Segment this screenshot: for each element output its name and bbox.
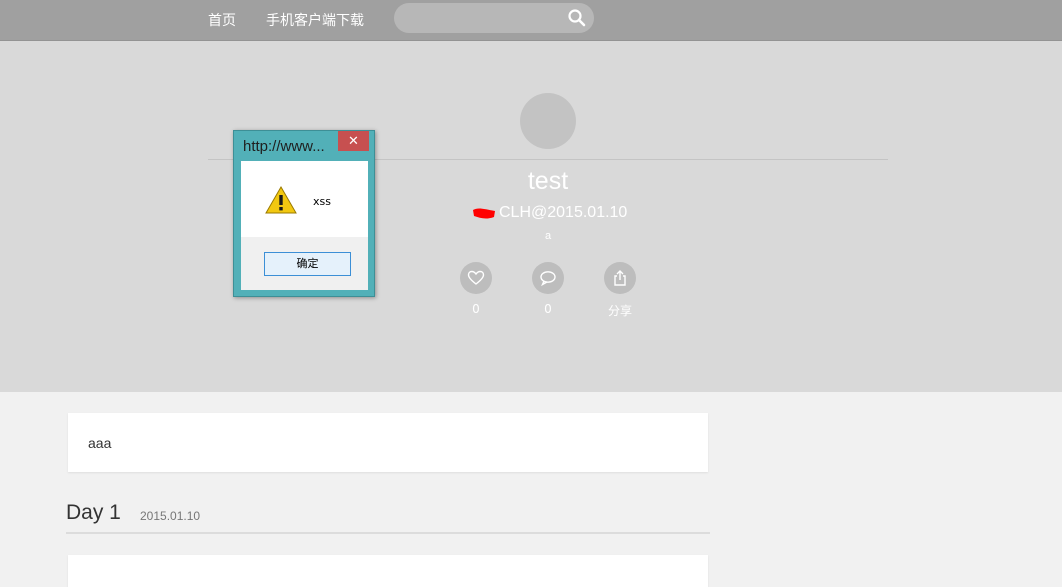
dialog-close-button[interactable]: ✕ [338, 131, 369, 151]
share-label: 分享 [607, 304, 632, 318]
comment-count: 0 [544, 302, 552, 316]
redaction-mark [473, 207, 495, 219]
avatar[interactable] [520, 93, 576, 149]
author-link[interactable]: CLH@2015.01.10 [499, 204, 627, 222]
search-box[interactable] [394, 3, 594, 33]
search-input[interactable] [408, 8, 558, 28]
dialog-message: xss [313, 195, 331, 208]
share-button[interactable] [604, 262, 636, 294]
heart-icon [467, 270, 485, 285]
nav-home-link[interactable]: 首页 [208, 10, 236, 30]
post-title: test [527, 167, 569, 195]
post-summary-card: aaa [68, 413, 708, 472]
author-row: CLH@2015.01.10 [472, 203, 627, 223]
like-button[interactable] [460, 262, 492, 294]
top-nav-bar: 首页 手机客户端下载 [0, 0, 1062, 41]
warning-icon [265, 186, 297, 214]
nav-app-download-link[interactable]: 手机客户端下载 [266, 10, 364, 30]
dialog-title: http://www... [243, 138, 325, 155]
dialog-ok-button[interactable]: 确定 [264, 252, 351, 276]
day-title: Day 1 [66, 501, 121, 524]
alert-dialog: http://www... ✕ xss 确定 [233, 130, 375, 297]
like-count: 0 [472, 302, 480, 316]
comment-button[interactable] [532, 262, 564, 294]
day-divider [66, 532, 710, 534]
post-header: test CLH@2015.01.10 a 0 0 分享 [0, 41, 1062, 392]
dialog-body: xss 确定 [241, 161, 368, 290]
post-description: a [544, 230, 552, 242]
post-summary-text: aaa [88, 435, 112, 451]
day-entry-card [68, 555, 708, 587]
search-icon[interactable] [567, 8, 587, 28]
day-date: 2015.01.10 [140, 509, 201, 523]
comment-icon [540, 271, 556, 287]
dialog-message-area: xss [241, 161, 368, 237]
share-icon [614, 270, 626, 286]
